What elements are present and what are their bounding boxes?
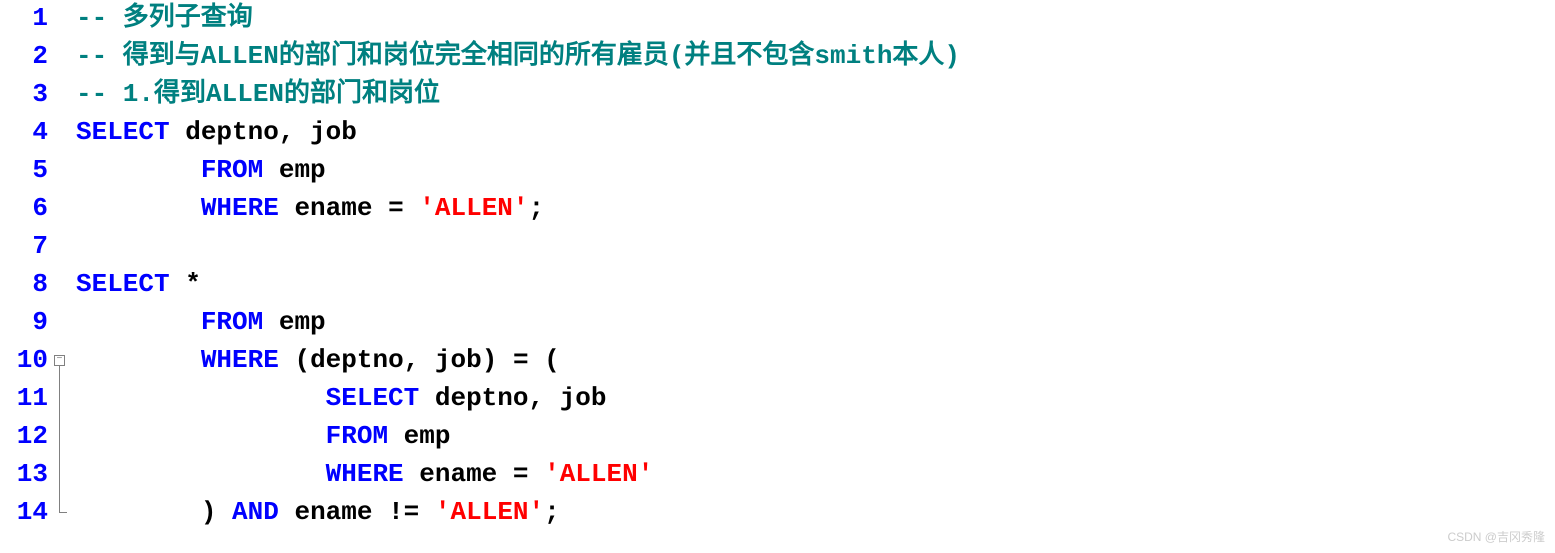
token-keyword: AND	[232, 497, 279, 527]
fold-collapse-icon[interactable]: −	[54, 355, 65, 366]
code-line[interactable]: WHERE ename = 'ALLEN'	[76, 456, 1555, 494]
token-keyword: SELECT	[326, 383, 420, 413]
code-line[interactable]: -- 多列子查询	[76, 0, 1555, 38]
token-text: job	[419, 345, 481, 375]
line-number: 9	[0, 304, 48, 342]
token-punct: ,	[528, 383, 544, 413]
line-number: 3	[0, 76, 48, 114]
token-text	[76, 155, 201, 185]
code-line[interactable]: SELECT deptno, job	[76, 380, 1555, 418]
token-string: 'ALLEN'	[435, 497, 544, 527]
token-keyword: FROM	[201, 155, 263, 185]
token-keyword: WHERE	[201, 193, 279, 223]
code-line[interactable]: FROM emp	[76, 418, 1555, 456]
fold-guide-line	[59, 366, 60, 512]
token-text: ename	[404, 459, 513, 489]
token-text	[76, 345, 201, 375]
line-number: 1	[0, 0, 48, 38]
token-text	[76, 497, 201, 527]
line-number: 12	[0, 418, 48, 456]
token-operator: =	[388, 193, 404, 223]
token-text: ename	[279, 497, 388, 527]
token-text	[76, 383, 326, 413]
token-text	[76, 193, 201, 223]
line-number-gutter: 1234567891011121314	[0, 0, 52, 532]
code-area[interactable]: -- 多列子查询 -- 得到与ALLEN的部门和岗位完全相同的所有雇员(并且不包含…	[76, 0, 1555, 532]
line-number: 11	[0, 380, 48, 418]
line-number: 10	[0, 342, 48, 380]
token-text: emp	[388, 421, 450, 451]
token-text: emp	[263, 307, 325, 337]
token-text	[279, 345, 295, 375]
token-text	[528, 459, 544, 489]
code-line[interactable]: WHERE ename = 'ALLEN';	[76, 190, 1555, 228]
token-keyword: SELECT	[76, 269, 170, 299]
token-text	[404, 193, 420, 223]
code-line[interactable]: FROM emp	[76, 304, 1555, 342]
token-text	[216, 497, 232, 527]
watermark: CSDN @吉冈秀隆	[1447, 529, 1545, 547]
code-line[interactable]: -- 1.得到ALLEN的部门和岗位	[76, 76, 1555, 114]
token-text: emp	[263, 155, 325, 185]
token-keyword: WHERE	[201, 345, 279, 375]
token-comment: -- 多列子查询	[76, 3, 253, 33]
token-operator: =	[513, 459, 529, 489]
line-number: 8	[0, 266, 48, 304]
token-text	[170, 269, 186, 299]
token-text	[497, 345, 513, 375]
token-punct: (	[294, 345, 310, 375]
token-text	[529, 345, 545, 375]
token-operator: *	[185, 269, 201, 299]
code-line[interactable]: WHERE (deptno, job) = (	[76, 342, 1555, 380]
token-text: job	[544, 383, 606, 413]
token-punct: ;	[544, 497, 560, 527]
token-keyword: WHERE	[326, 459, 404, 489]
line-number: 4	[0, 114, 48, 152]
token-text: deptno	[419, 383, 528, 413]
code-line[interactable]: SELECT deptno, job	[76, 114, 1555, 152]
token-keyword: FROM	[201, 307, 263, 337]
code-line[interactable]: ) AND ename != 'ALLEN';	[76, 494, 1555, 532]
code-line[interactable]: SELECT *	[76, 266, 1555, 304]
token-text	[76, 459, 326, 489]
token-operator: !=	[388, 497, 419, 527]
token-string: 'ALLEN'	[544, 459, 653, 489]
line-number: 6	[0, 190, 48, 228]
token-text: deptno	[170, 117, 279, 147]
token-comment: -- 得到与ALLEN的部门和岗位完全相同的所有雇员(并且不包含smith本人)	[76, 41, 960, 71]
code-line[interactable]: -- 得到与ALLEN的部门和岗位完全相同的所有雇员(并且不包含smith本人)	[76, 38, 1555, 76]
fold-gutter: −	[52, 0, 76, 532]
line-number: 2	[0, 38, 48, 76]
token-text	[419, 497, 435, 527]
token-keyword: FROM	[326, 421, 388, 451]
token-punct: ,	[404, 345, 420, 375]
token-punct: ,	[279, 117, 295, 147]
token-operator: =	[513, 345, 529, 375]
token-punct: )	[201, 497, 217, 527]
line-number: 14	[0, 494, 48, 532]
token-punct: (	[544, 345, 560, 375]
token-text: job	[294, 117, 356, 147]
token-punct: )	[482, 345, 498, 375]
token-text: ename	[279, 193, 388, 223]
line-number: 13	[0, 456, 48, 494]
token-punct: ;	[529, 193, 545, 223]
token-keyword: SELECT	[76, 117, 170, 147]
token-text	[76, 421, 326, 451]
line-number: 5	[0, 152, 48, 190]
line-number: 7	[0, 228, 48, 266]
fold-end-tick	[59, 512, 67, 513]
code-editor: 1234567891011121314 − -- 多列子查询-- 得到与ALLE…	[0, 0, 1555, 532]
code-line[interactable]: FROM emp	[76, 152, 1555, 190]
token-text: deptno	[310, 345, 404, 375]
token-text	[76, 307, 201, 337]
code-line[interactable]	[76, 228, 1555, 266]
token-string: 'ALLEN'	[419, 193, 528, 223]
token-comment: -- 1.得到ALLEN的部门和岗位	[76, 79, 440, 109]
